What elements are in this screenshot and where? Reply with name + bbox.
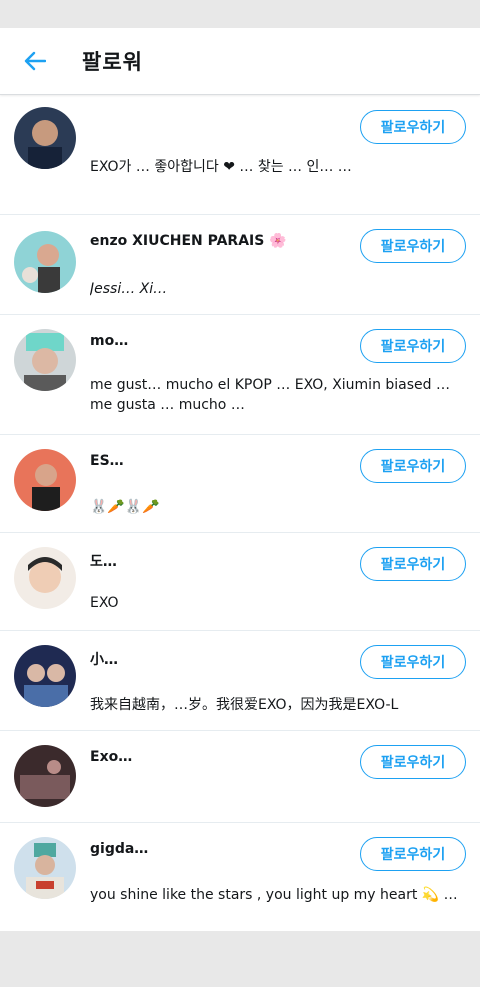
top-bar: 팔로워 <box>0 28 480 95</box>
follower-list: 팔로우하기 EXO가 … 좋아합니다 ❤ … 찾는 … 인… … enzo XI… <box>0 95 480 931</box>
follower-name[interactable]: gigda… <box>90 841 148 857</box>
follower-bio: you shine like the stars , you light up … <box>90 887 458 903</box>
follower-bio: 🐰🥕🐰🥕 <box>90 499 160 515</box>
follow-button[interactable]: 팔로우하기 <box>360 837 466 871</box>
follower-row[interactable]: 도… 팔로우하기 EXO <box>0 533 480 631</box>
follow-button[interactable]: 팔로우하기 <box>360 547 466 581</box>
follower-name[interactable]: 小… <box>90 649 118 669</box>
follower-row[interactable]: 小… 팔로우하기 我来自越南，…岁。我很爱EXO，因为我是EXO-L <box>0 631 480 731</box>
follower-row[interactable]: 팔로우하기 EXO가 … 좋아합니다 ❤ … 찾는 … 인… … <box>0 95 480 215</box>
follow-button[interactable]: 팔로우하기 <box>360 645 466 679</box>
follower-row[interactable]: Exo… 팔로우하기 <box>0 731 480 823</box>
follow-button[interactable]: 팔로우하기 <box>360 229 466 263</box>
follower-bio: EXO가 … 좋아합니다 ❤ … 찾는 … 인… … <box>90 159 352 175</box>
follower-name[interactable]: 도… <box>90 551 117 571</box>
follow-button[interactable]: 팔로우하기 <box>360 110 466 144</box>
follower-bio: me gust… mucho el KPOP … EXO, Xiumin bia… <box>90 377 450 413</box>
follow-button[interactable]: 팔로우하기 <box>360 745 466 779</box>
follower-name[interactable]: Exo… <box>90 749 132 765</box>
avatar[interactable] <box>14 645 76 707</box>
avatar[interactable] <box>14 745 76 807</box>
follower-row[interactable]: enzo XIUCHEN PARAIS 🌸 팔로우하기 Jessi… Xi… <box>0 215 480 315</box>
avatar[interactable] <box>14 837 76 899</box>
avatar[interactable] <box>14 547 76 609</box>
page-title: 팔로워 <box>82 50 143 74</box>
follower-row[interactable]: gigda… 팔로우하기 you shine like the stars , … <box>0 823 480 931</box>
follower-bio: 我来自越南，…岁。我很爱EXO，因为我是EXO-L <box>90 697 399 713</box>
follow-button[interactable]: 팔로우하기 <box>360 329 466 363</box>
app-screen: 팔로워 팔로우하기 EXO가 … 좋아합니다 ❤ … 찾는 … 인… … enz… <box>0 28 480 931</box>
avatar[interactable] <box>14 231 76 293</box>
avatar[interactable] <box>14 329 76 391</box>
follower-bio <box>90 791 462 811</box>
follow-button[interactable]: 팔로우하기 <box>360 449 466 483</box>
follower-name[interactable]: mo… <box>90 333 128 349</box>
follower-name[interactable]: ES… <box>90 453 124 469</box>
follower-row[interactable]: ES… 팔로우하기 🐰🥕🐰🥕 <box>0 435 480 533</box>
back-arrow-icon[interactable] <box>20 46 50 76</box>
follower-row[interactable]: mo… 팔로우하기 me gust… mucho el KPOP … EXO, … <box>0 315 480 435</box>
follower-bio: Jessi… Xi… <box>90 281 168 297</box>
avatar[interactable] <box>14 107 76 169</box>
follower-bio: EXO <box>90 595 119 611</box>
follower-name[interactable]: enzo XIUCHEN PARAIS 🌸 <box>90 233 287 249</box>
avatar[interactable] <box>14 449 76 511</box>
